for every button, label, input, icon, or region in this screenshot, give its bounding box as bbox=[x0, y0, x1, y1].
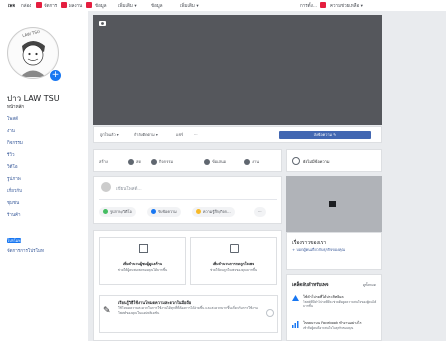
feeling-label: ความรู้สึก/กิจก... bbox=[203, 209, 231, 214]
help-link[interactable]: ความช่วยเหลือ ▾ bbox=[330, 2, 363, 9]
tab-live-label: สด bbox=[136, 159, 142, 164]
notification-badge bbox=[320, 2, 326, 8]
promote-button[interactable]: โปรโมท bbox=[7, 238, 21, 243]
left-sidebar: LAW TSU + ปาว LAW TSU หน้าหลัก โพสต์ งาน… bbox=[0, 11, 88, 341]
tab-inbox[interactable]: กล่อง bbox=[21, 2, 31, 9]
suggestion-card[interactable]: เพิ่มจำนวนการกดถูกใจเพจ ช่วยให้คนถูกใจเพ… bbox=[190, 237, 277, 285]
emoji-icon bbox=[196, 209, 201, 214]
map-photo-placeholder[interactable] bbox=[286, 176, 382, 232]
tab-insights[interactable]: ผลงาน bbox=[69, 2, 82, 9]
photo-video-button[interactable]: รูปภาพ/วิดีโอ bbox=[99, 207, 136, 217]
sidebar-item-events[interactable]: กิจกรรม bbox=[7, 139, 23, 146]
bar-chart-icon bbox=[292, 321, 299, 328]
tip-item-body: โพสต์ที่มีคำโปรยที่ดีจะช่วยดึงดูดความสนใ… bbox=[303, 300, 377, 308]
notification-badge bbox=[86, 2, 92, 8]
more-options-button[interactable]: ··· bbox=[254, 207, 266, 217]
sidebar-item-shop[interactable]: ร้านค้า bbox=[7, 211, 21, 218]
get-messages-label: รับข้อความ bbox=[158, 209, 177, 214]
tab-live[interactable]: สด bbox=[128, 158, 141, 165]
page-tips-card: เคล็ดลับสำหรับเพจ ดูทั้งหมด ใช้คำโปรยที่… bbox=[286, 274, 382, 341]
pencil-icon: ✎ bbox=[103, 306, 111, 316]
message-status-label: ยังไม่มีข้อความ bbox=[303, 159, 330, 164]
add-photo-icon[interactable]: + bbox=[49, 69, 62, 82]
feeling-button[interactable]: ความรู้สึก/กิจก... bbox=[192, 207, 235, 217]
sidebar-item-community[interactable]: ชุมชน bbox=[7, 199, 19, 206]
tag-icon bbox=[204, 159, 210, 165]
briefcase-icon bbox=[244, 159, 250, 165]
lightbulb-icon bbox=[292, 295, 299, 301]
suggestion-subtitle: ช่วยให้คนถูกใจเพจของคุณมากขึ้น bbox=[209, 268, 258, 272]
suggestion-subtitle: ช่วยให้ผู้คนพบเพจของคุณได้มากขึ้น bbox=[117, 268, 168, 272]
page-action-bar: ถูกใจแล้ว ▾ กำลังติดตาม ▾ แชร์ ··· ส่งข้… bbox=[93, 126, 382, 143]
create-label: สร้าง bbox=[99, 159, 108, 164]
tab-event[interactable]: กิจกรรม bbox=[151, 158, 173, 165]
like-button[interactable]: ถูกใจแล้ว ▾ bbox=[100, 132, 119, 138]
tab-more[interactable]: เพิ่มเติม ▾ bbox=[118, 2, 137, 9]
tab-job[interactable]: งาน bbox=[244, 158, 259, 165]
more-button[interactable]: ··· bbox=[194, 132, 198, 137]
sidebar-item-about[interactable]: เกี่ยวกับ bbox=[7, 187, 22, 194]
cursor-click-icon bbox=[230, 244, 239, 253]
tip-item-body: เข้าถึงผู้คนที่อาจสนใจในธุรกิจของคุณ bbox=[303, 326, 354, 330]
tab-offer[interactable]: ข้อเสนอ bbox=[204, 158, 226, 165]
tab-offer-label: ข้อเสนอ bbox=[212, 159, 227, 164]
photo-video-label: รูปภาพ/วิดีโอ bbox=[110, 209, 132, 214]
create-post-tabs: สร้าง สด กิจกรรม ข้อเสนอ งาน bbox=[93, 149, 282, 172]
our-story-card: เรื่องราวของเรา + บอกผู้คนเกี่ยวกับธุรกิ… bbox=[286, 232, 382, 270]
add-story-link[interactable]: + บอกผู้คนเกี่ยวกับธุรกิจของคุณ bbox=[292, 247, 345, 253]
tab-manage[interactable]: จัดการ bbox=[44, 2, 57, 9]
follow-button[interactable]: กำลังติดตาม ▾ bbox=[134, 132, 158, 138]
sidebar-item-posts[interactable]: โพสต์ bbox=[7, 115, 18, 122]
our-story-title: เรื่องราวของเรา bbox=[292, 240, 327, 246]
suggestion-card[interactable]: เพิ่มจำนวนผู้ชมผู้ดูแลร้าน ช่วยให้ผู้คนพ… bbox=[99, 237, 186, 285]
image-icon bbox=[329, 201, 336, 207]
camera-icon[interactable] bbox=[99, 20, 106, 26]
calendar-icon bbox=[151, 159, 157, 165]
suggestions-card: เพิ่มจำนวนผู้ชมผู้ดูแลร้าน ช่วยให้ผู้คนพ… bbox=[93, 230, 282, 341]
tab-page[interactable]: เพจ bbox=[8, 2, 15, 9]
tab-info[interactable]: ข้อมูล bbox=[95, 2, 107, 9]
sidebar-item-jobs[interactable]: งาน bbox=[7, 127, 15, 134]
tip-body: ใช้โหมดความสะดวกในการใช้งานได้ทุกที่ที่ต… bbox=[118, 306, 258, 315]
settings-link[interactable]: การตั้ง... bbox=[300, 2, 317, 9]
clock-icon bbox=[292, 157, 300, 165]
tab-event-label: กิจกรรม bbox=[159, 159, 174, 164]
send-message-button[interactable]: ส่งข้อความ ✎ bbox=[279, 131, 371, 139]
sidebar-item-videos[interactable]: วิดีโอ bbox=[7, 163, 18, 170]
suggestion-title: เพิ่มจำนวนการกดถูกใจเพจ bbox=[212, 262, 255, 266]
composer-avatar bbox=[101, 182, 111, 192]
notification-badge bbox=[36, 2, 42, 8]
tab-more-2[interactable]: เพิ่มเติม ▾ bbox=[180, 2, 199, 9]
post-input[interactable]: เขียนโพสต์... bbox=[116, 185, 142, 192]
post-composer: เขียนโพสต์... รูปภาพ/วิดีโอ รับข้อความ ค… bbox=[93, 176, 282, 224]
photo-icon bbox=[103, 209, 108, 214]
cover-photo[interactable] bbox=[93, 15, 382, 125]
divider bbox=[99, 199, 277, 200]
sidebar-item-photos[interactable]: รูปภาพ bbox=[7, 175, 21, 182]
suggestion-title: เพิ่มจำนวนผู้ชมผู้ดูแลร้าน bbox=[122, 262, 163, 266]
share-button[interactable]: แชร์ bbox=[176, 132, 183, 138]
sidebar-item-reviews[interactable]: รีวิว bbox=[7, 151, 14, 158]
messenger-icon bbox=[151, 209, 156, 214]
notification-badge bbox=[61, 2, 67, 8]
manage-promotions-link[interactable]: จัดการการโปรโมท bbox=[7, 247, 44, 254]
tip-title: เรียนรู้วิธีใช้งานโหมดความสะดวกในมือถือ bbox=[118, 300, 192, 305]
building-icon bbox=[139, 244, 148, 253]
tip-card: ✎ เรียนรู้วิธีใช้งานโหมดความสะดวกในมือถื… bbox=[99, 295, 278, 333]
sidebar-item-home[interactable]: หน้าหลัก bbox=[7, 103, 24, 110]
close-icon[interactable] bbox=[266, 309, 274, 317]
tab-job-label: งาน bbox=[252, 159, 259, 164]
see-all-link[interactable]: ดูทั้งหมด bbox=[363, 282, 376, 288]
message-status-card[interactable]: ยังไม่มีข้อความ bbox=[286, 149, 382, 172]
video-icon bbox=[128, 159, 134, 165]
get-messages-button[interactable]: รับข้อความ bbox=[147, 207, 181, 217]
tab-data[interactable]: ข้อมูล bbox=[151, 2, 163, 9]
page-tips-title: เคล็ดลับสำหรับเพจ bbox=[292, 283, 329, 288]
